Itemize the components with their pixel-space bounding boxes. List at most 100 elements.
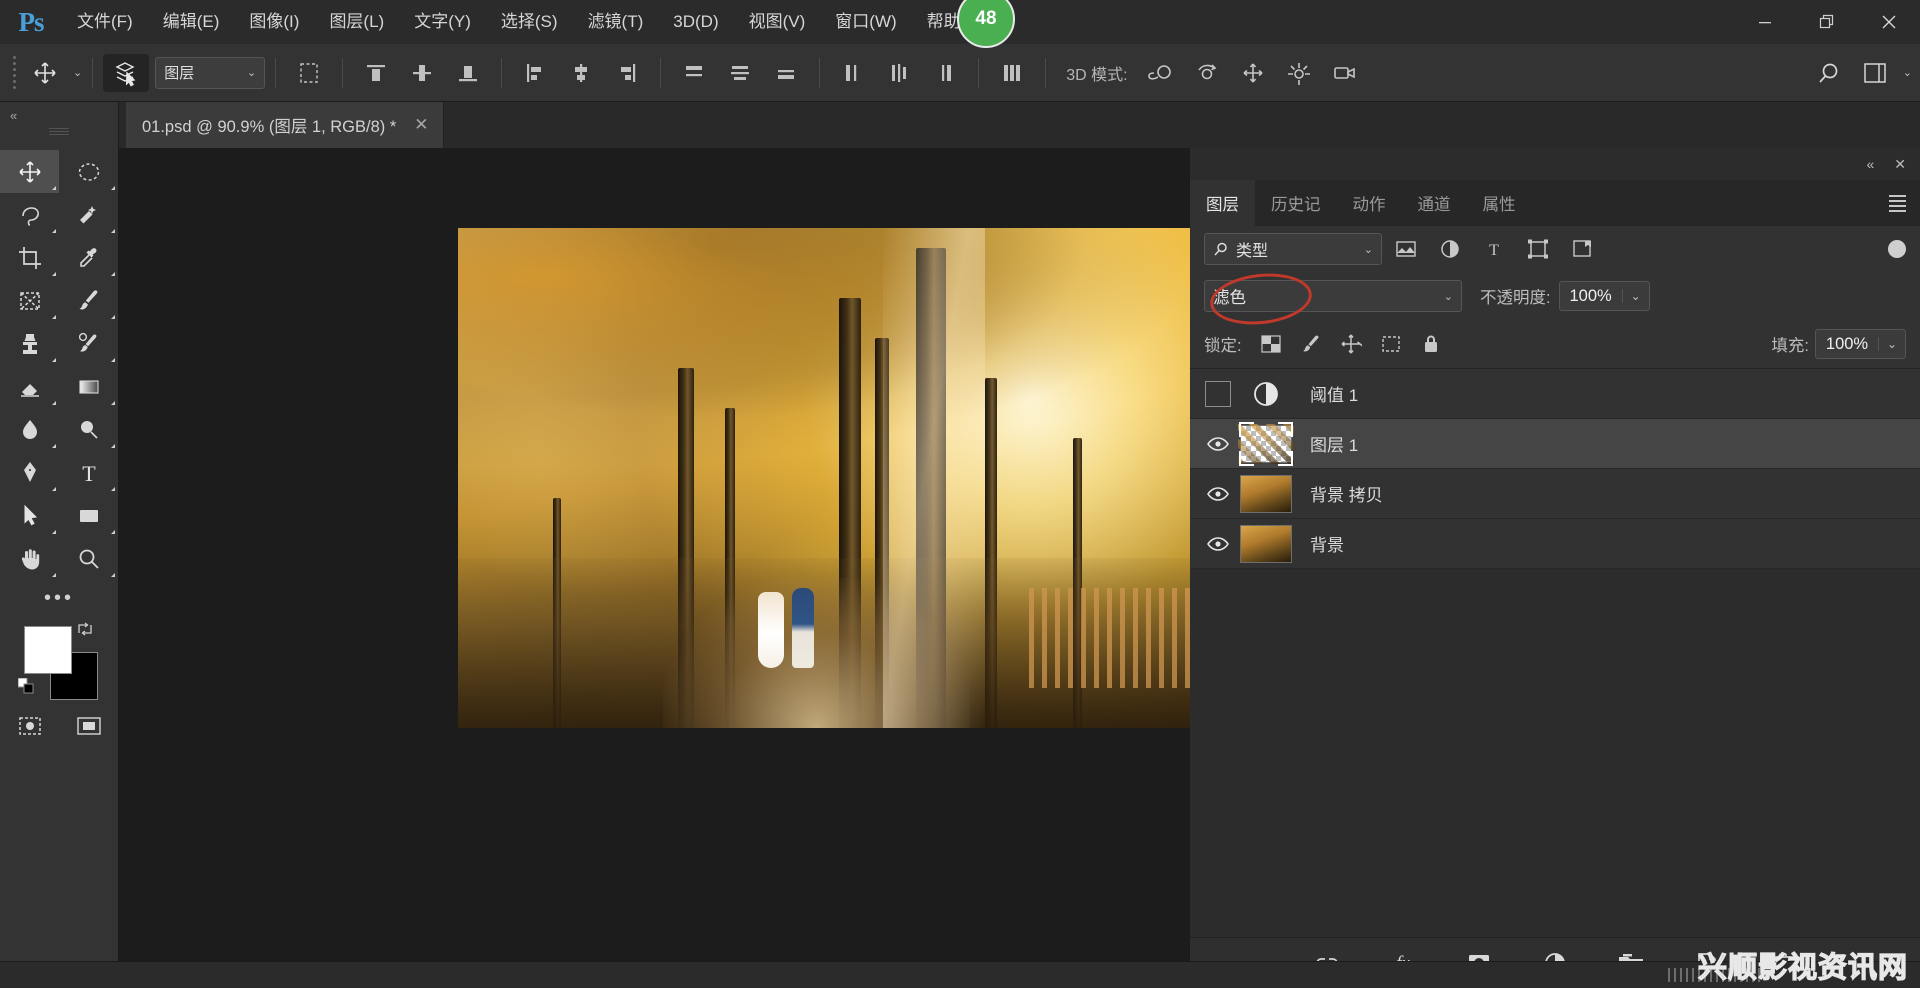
foreground-color-swatch[interactable] xyxy=(24,626,72,674)
document-tab[interactable]: 01.psd @ 90.9% (图层 1, RGB/8) * ✕ xyxy=(126,102,444,148)
layer-row-background[interactable]: 背景 xyxy=(1190,519,1920,569)
filter-smart-object-icon[interactable] xyxy=(1562,234,1602,264)
tool-crop[interactable] xyxy=(0,236,59,279)
align-right-edges-button[interactable] xyxy=(604,54,650,92)
auto-select-toggle[interactable] xyxy=(103,53,150,92)
3d-pan-icon[interactable] xyxy=(1230,54,1276,92)
minimize-button[interactable] xyxy=(1734,0,1796,44)
align-top-edges-button[interactable] xyxy=(353,54,399,92)
layer-visibility-toggle[interactable] xyxy=(1198,469,1238,518)
panel-menu-icon[interactable] xyxy=(1889,180,1906,226)
tab-layers[interactable]: 图层 xyxy=(1190,180,1255,226)
close-button[interactable] xyxy=(1858,0,1920,44)
tool-move[interactable] xyxy=(0,150,59,193)
tool-history-brush[interactable] xyxy=(59,322,118,365)
layer-visibility-toggle[interactable] xyxy=(1198,369,1238,418)
tab-actions[interactable]: 动作 xyxy=(1337,180,1402,226)
panel-collapse-button[interactable]: « xyxy=(1866,156,1874,172)
tool-frame[interactable] xyxy=(0,279,59,322)
tool-zoom[interactable] xyxy=(59,537,118,580)
distribute-spacing-button[interactable] xyxy=(989,54,1035,92)
tool-gradient[interactable] xyxy=(59,365,118,408)
swap-colors-icon[interactable] xyxy=(76,620,94,638)
menu-file[interactable]: 文件(F) xyxy=(62,0,148,44)
menu-type[interactable]: 文字(Y) xyxy=(399,0,486,44)
auto-select-scope-select[interactable]: 图层 ⌄ xyxy=(155,56,266,89)
filter-shape-icon[interactable] xyxy=(1518,234,1558,264)
align-bottom-edges-button[interactable] xyxy=(445,54,491,92)
layer-visibility-toggle[interactable] xyxy=(1198,419,1238,468)
layer-row-background-copy[interactable]: 背景 拷贝 xyxy=(1190,469,1920,519)
tab-channels[interactable]: 通道 xyxy=(1402,180,1467,226)
tool-clone-stamp[interactable] xyxy=(0,322,59,365)
tool-quick-selection[interactable] xyxy=(59,193,118,236)
fill-input[interactable]: 100% ⌄ xyxy=(1815,329,1906,359)
tool-type[interactable]: T xyxy=(59,451,118,494)
lock-position-icon[interactable] xyxy=(1334,329,1368,359)
lock-transparency-icon[interactable] xyxy=(1254,329,1288,359)
canvas-area[interactable] xyxy=(118,148,1190,988)
distribute-vertical-centers-button[interactable] xyxy=(717,54,763,92)
menu-edit[interactable]: 编辑(E) xyxy=(148,0,235,44)
toolbar-collapse-button[interactable]: « xyxy=(0,102,118,128)
restore-button[interactable] xyxy=(1796,0,1858,44)
quick-mask-button[interactable] xyxy=(0,702,59,750)
align-vertical-centers-button[interactable] xyxy=(399,54,445,92)
layer-visibility-toggle[interactable] xyxy=(1198,519,1238,568)
distribute-top-edges-button[interactable] xyxy=(671,54,717,92)
more-tools-button[interactable]: ••• xyxy=(0,580,118,616)
tool-hand[interactable] xyxy=(0,537,59,580)
menu-select[interactable]: 选择(S) xyxy=(486,0,573,44)
chevron-down-icon[interactable]: ⌄ xyxy=(1621,289,1649,303)
lock-artboard-icon[interactable] xyxy=(1374,329,1408,359)
tab-properties[interactable]: 属性 xyxy=(1467,180,1532,226)
tool-rectangle[interactable] xyxy=(59,494,118,537)
tool-lasso[interactable] xyxy=(0,193,59,236)
tool-pen[interactable] xyxy=(0,451,59,494)
tool-blur[interactable] xyxy=(0,408,59,451)
workspace-chevron-icon[interactable]: ⌄ xyxy=(1903,66,1912,79)
options-bar-grip[interactable] xyxy=(8,56,22,90)
opacity-input[interactable]: 100% ⌄ xyxy=(1558,281,1650,311)
panel-close-button[interactable]: ✕ xyxy=(1894,156,1906,173)
distribute-right-edges-button[interactable] xyxy=(922,54,968,92)
show-transform-controls-toggle[interactable] xyxy=(286,54,332,92)
align-left-edges-button[interactable] xyxy=(512,54,558,92)
tool-eraser[interactable] xyxy=(0,365,59,408)
default-colors-icon[interactable] xyxy=(18,678,34,694)
filter-pixel-icon[interactable] xyxy=(1386,234,1426,264)
filter-type-icon[interactable]: T xyxy=(1474,234,1514,264)
menu-layer[interactable]: 图层(L) xyxy=(314,0,399,44)
lock-image-icon[interactable] xyxy=(1294,329,1328,359)
tool-elliptical-marquee[interactable] xyxy=(59,150,118,193)
distribute-bottom-edges-button[interactable] xyxy=(763,54,809,92)
layer-row-threshold[interactable]: 阈值 1 xyxy=(1190,369,1920,419)
distribute-left-edges-button[interactable] xyxy=(830,54,876,92)
3d-orbit-icon[interactable] xyxy=(1138,54,1184,92)
workspace-icon[interactable] xyxy=(1852,54,1898,92)
filter-adjustment-icon[interactable] xyxy=(1430,234,1470,264)
search-icon[interactable] xyxy=(1806,54,1852,92)
tab-history[interactable]: 历史记 xyxy=(1255,180,1337,226)
filter-type-select[interactable]: 类型 ⌄ xyxy=(1204,233,1382,265)
close-icon[interactable]: ✕ xyxy=(414,115,428,135)
screen-mode-button[interactable] xyxy=(59,702,118,750)
menu-window[interactable]: 窗口(W) xyxy=(820,0,911,44)
menu-image[interactable]: 图像(I) xyxy=(234,0,314,44)
move-tool-chevron-icon[interactable]: ⌄ xyxy=(73,66,82,79)
chevron-down-icon[interactable]: ⌄ xyxy=(1878,337,1905,351)
move-tool-icon[interactable] xyxy=(22,54,68,92)
menu-filter[interactable]: 滤镜(T) xyxy=(573,0,659,44)
distribute-horizontal-centers-button[interactable] xyxy=(876,54,922,92)
align-horizontal-centers-button[interactable] xyxy=(558,54,604,92)
3d-roll-icon[interactable] xyxy=(1184,54,1230,92)
tool-eyedropper[interactable] xyxy=(59,236,118,279)
toolbar-grip[interactable] xyxy=(0,128,118,146)
tool-brush[interactable] xyxy=(59,279,118,322)
menu-view[interactable]: 视图(V) xyxy=(734,0,821,44)
3d-camera-icon[interactable] xyxy=(1322,54,1368,92)
menu-3d[interactable]: 3D(D) xyxy=(658,0,733,44)
layer-row-layer1[interactable]: 图层 1 xyxy=(1190,419,1920,469)
lock-all-icon[interactable] xyxy=(1414,329,1448,359)
3d-slide-icon[interactable] xyxy=(1276,54,1322,92)
